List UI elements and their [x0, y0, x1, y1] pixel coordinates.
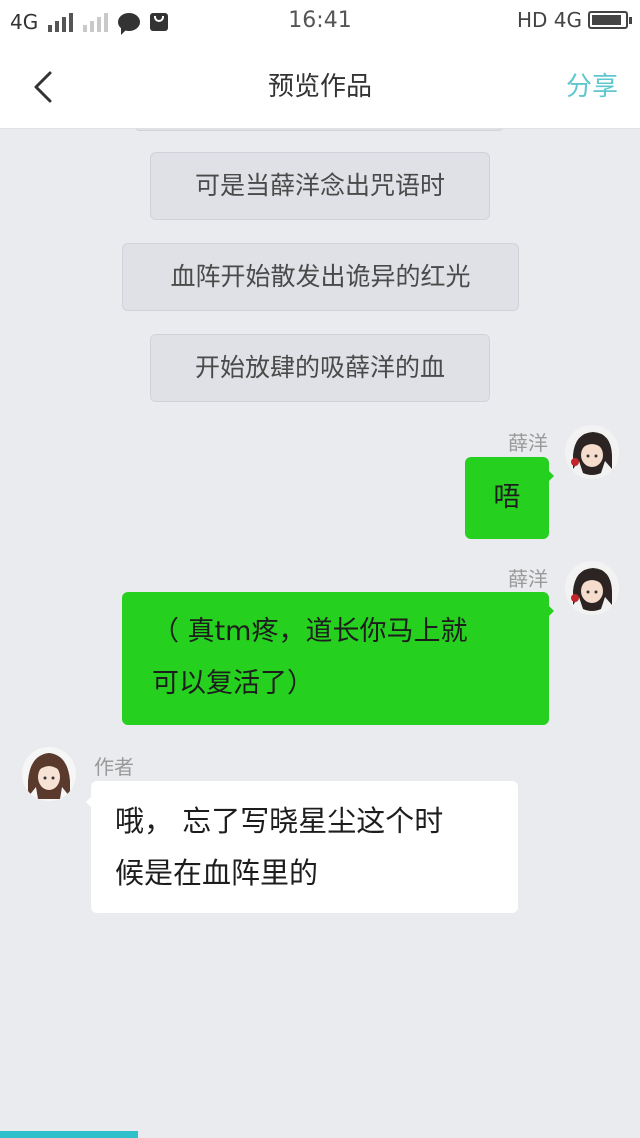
narration-text: 开始放肆的吸薛洋的血 — [194, 353, 445, 382]
narration-bubble: 血阵开始散发出诡异的红光 — [122, 243, 519, 311]
message-bubble-right[interactable]: 唔 — [465, 457, 554, 539]
avatar-image — [22, 747, 76, 801]
battery-icon — [588, 11, 632, 29]
status-right: HD 4G — [516, 8, 632, 32]
avatar[interactable] — [565, 425, 619, 479]
sender-name: 作者 — [94, 755, 134, 779]
avatar[interactable] — [22, 747, 76, 801]
battery-fill — [592, 15, 621, 25]
avatar[interactable] — [565, 561, 619, 615]
message-text: 唔 — [493, 482, 521, 513]
avatar-image — [565, 425, 619, 479]
message-line: 候是在血阵里的 — [115, 856, 319, 890]
network-right-label: HD 4G — [516, 8, 582, 32]
message-line: 可以复活了） — [152, 668, 314, 699]
share-button[interactable]: 分享 — [566, 66, 618, 103]
narration-text: 可是当薛洋念出咒语时 — [194, 171, 445, 200]
narration-text: 血阵开始散发出诡异的红光 — [170, 262, 471, 291]
message-line: 哦， 忘了写晓星尘这个时 — [115, 804, 444, 838]
narration-bubble-partial — [134, 129, 504, 131]
message-bubble-right[interactable]: （ 真tm疼，道长你马上就 可以复活了） — [122, 592, 554, 725]
narration-bubble: 可是当薛洋念出咒语时 — [150, 152, 490, 220]
nav-bar: 预览作品 分享 — [0, 44, 640, 129]
sender-name: 薛洋 — [508, 567, 548, 591]
chat-area[interactable]: 可是当薛洋念出咒语时 血阵开始散发出诡异的红光 开始放肆的吸薛洋的血 薛洋 唔 … — [0, 129, 640, 1138]
message-bubble-left[interactable]: 哦， 忘了写晓星尘这个时 候是在血阵里的 — [86, 781, 518, 913]
page-title: 预览作品 — [267, 72, 372, 102]
avatar-image — [565, 561, 619, 615]
narration-bubble: 开始放肆的吸薛洋的血 — [150, 334, 490, 402]
progress-indicator — [0, 1131, 138, 1138]
sender-name: 薛洋 — [508, 431, 548, 455]
message-line: （ 真tm疼，道长你马上就 — [152, 616, 468, 647]
status-bar: 4G 16:41 HD 4G — [0, 0, 640, 44]
